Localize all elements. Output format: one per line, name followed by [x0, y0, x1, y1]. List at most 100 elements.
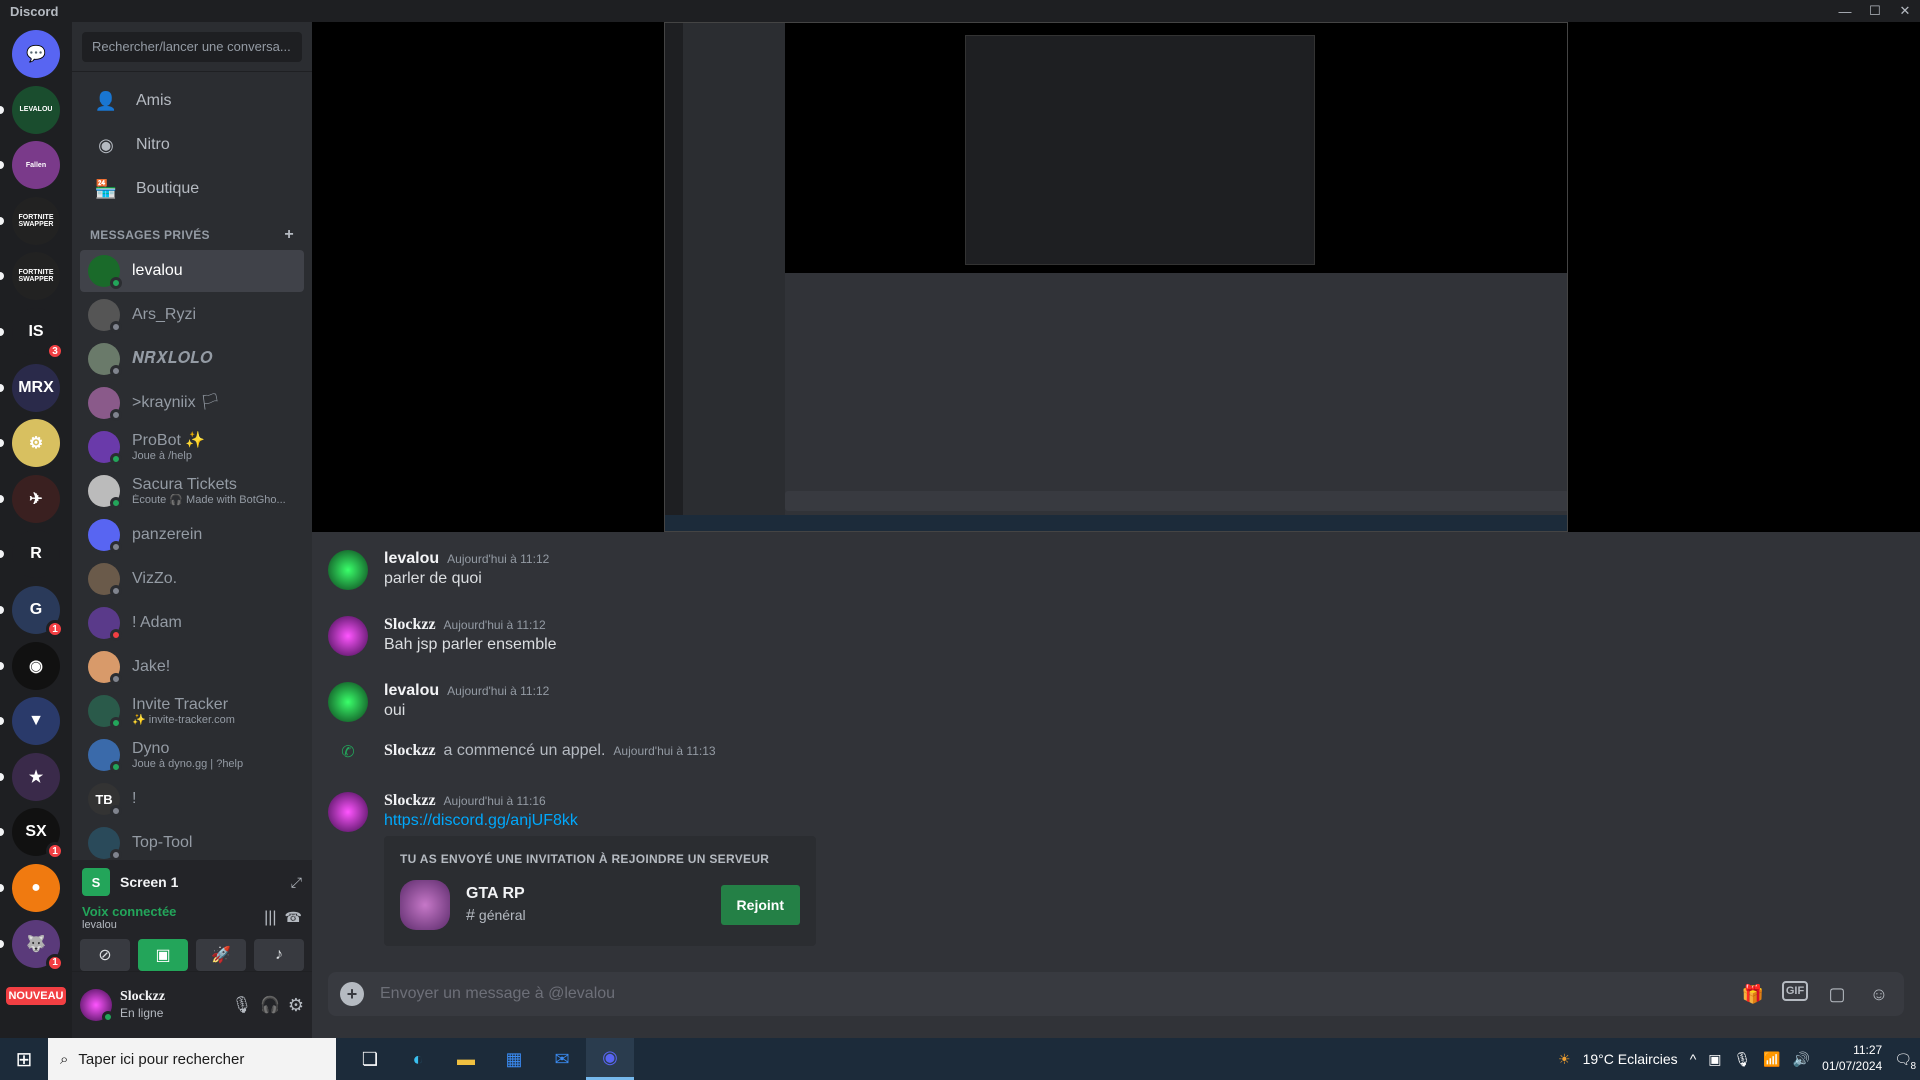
edge-icon[interactable]: ◐	[394, 1038, 442, 1080]
mail-icon[interactable]: ✉	[538, 1038, 586, 1080]
volume-icon[interactable]: 🔊	[1793, 1051, 1810, 1068]
server-icon[interactable]: MRX	[0, 363, 60, 412]
clock[interactable]: 11:27 01/07/2024	[1822, 1043, 1882, 1074]
user-status: En ligne	[120, 1006, 164, 1021]
close-button[interactable]: ✕	[1890, 0, 1920, 22]
screen-share-button[interactable]: ▣	[138, 939, 188, 971]
server-label: LEVALOU	[19, 106, 53, 114]
message-author[interactable]: levalou	[384, 682, 439, 700]
dm-item[interactable]: 𝑵𝑹𝑿𝑳𝑶𝑳𝑶	[80, 338, 304, 380]
server-name[interactable]: GTA RP	[466, 885, 526, 903]
settings-gear-icon[interactable]: ⚙	[288, 995, 304, 1016]
minimize-button[interactable]: —	[1830, 0, 1860, 22]
dm-item[interactable]: Sacura Tickets Écoute 🎧 Made with BotGho.…	[80, 470, 304, 512]
gift-icon[interactable]: 🎁	[1740, 981, 1766, 1007]
message-author[interactable]: Slockzz	[384, 792, 436, 810]
unread-pill	[0, 661, 4, 670]
server-icon[interactable]: 💬	[12, 30, 60, 78]
dm-item[interactable]: Top-Tool	[80, 822, 304, 864]
add-dm-icon[interactable]: +	[284, 226, 294, 244]
server-icon[interactable]: SX 1	[0, 808, 64, 861]
avatar	[88, 475, 122, 509]
call-author[interactable]: Slockzz	[384, 742, 436, 760]
dm-item[interactable]: Invite Tracker ✨ invite-tracker.com	[80, 690, 304, 732]
server-icon[interactable]: ▼	[0, 697, 60, 746]
dm-item[interactable]: Dyno Joue à dyno.gg | ?help	[80, 734, 304, 776]
soundboard-button[interactable]: ♪	[254, 939, 304, 971]
mic-icon[interactable]: 🎙	[232, 995, 252, 1015]
avatar[interactable]	[328, 682, 368, 722]
tray-chevron-icon[interactable]: ^	[1690, 1051, 1697, 1067]
activity-button[interactable]: 🚀	[196, 939, 246, 971]
dm-item[interactable]: ProBot ✨ Joue à /help	[80, 426, 304, 468]
dm-name: >krayniix 🏳	[132, 394, 221, 412]
server-icon[interactable]: ★	[0, 752, 60, 801]
avatar[interactable]	[328, 616, 368, 656]
join-button[interactable]: Rejoint	[720, 885, 800, 925]
server-icon[interactable]: LEVALOU	[0, 85, 60, 134]
noise-suppression-icon[interactable]: |||	[264, 909, 276, 927]
server-icon[interactable]: G1	[0, 586, 64, 638]
search-input[interactable]: Rechercher/lancer une conversa...	[82, 31, 302, 62]
file-explorer-icon[interactable]: ▬	[442, 1038, 490, 1080]
server-icon[interactable]: FORTNITE SWAPPER	[0, 252, 60, 301]
discord-taskbar-icon[interactable]: ◉	[586, 1038, 634, 1080]
server-icon[interactable]: ✈	[0, 474, 60, 523]
task-view-icon[interactable]: ❏	[346, 1038, 394, 1080]
notification-icon[interactable]: 🗨 8	[1894, 1051, 1916, 1072]
avatar[interactable]	[328, 550, 368, 590]
nav-item-amis[interactable]: 👤 Amis	[80, 80, 304, 122]
avatar[interactable]	[328, 792, 368, 832]
dm-item[interactable]: Jake!	[80, 646, 304, 688]
weather-icon[interactable]: ☀	[1558, 1051, 1571, 1068]
store-icon[interactable]: ▦	[490, 1038, 538, 1080]
server-icon[interactable]	[400, 880, 450, 930]
server-icon[interactable]: Fallen	[0, 141, 60, 190]
dm-item[interactable]: panzerein	[80, 514, 304, 556]
camera-off-button[interactable]: ⊘	[80, 939, 130, 971]
weather-text[interactable]: 19°C Eclaircies	[1583, 1051, 1678, 1067]
server-icon[interactable]: ◉	[0, 641, 60, 690]
message-author[interactable]: levalou	[384, 550, 439, 568]
stream-viewer[interactable]	[312, 22, 1920, 532]
new-badge[interactable]: NOUVEAU	[6, 987, 66, 1006]
dm-item[interactable]: levalou	[80, 250, 304, 292]
invite-link[interactable]: https://discord.gg/anjUF8kk	[384, 812, 578, 830]
mic-tray-icon[interactable]: 🎙	[1734, 1051, 1752, 1068]
voice-status[interactable]: Voix connectée	[82, 904, 176, 919]
network-icon[interactable]: 📶	[1763, 1051, 1780, 1068]
emoji-icon[interactable]: ☺	[1866, 981, 1892, 1007]
dm-item[interactable]: TB!	[80, 778, 304, 820]
popout-icon[interactable]: ⤢	[291, 874, 302, 891]
dm-item[interactable]: >krayniix 🏳	[80, 382, 304, 424]
sticker-icon[interactable]: ▢	[1824, 981, 1850, 1007]
gif-icon[interactable]: GIF	[1782, 981, 1808, 1001]
server-icon[interactable]: FORTNITE SWAPPER	[0, 196, 60, 245]
clock-time: 11:27	[1853, 1043, 1883, 1058]
maximize-button[interactable]: ☐	[1860, 0, 1890, 22]
start-button[interactable]: ⊞	[0, 1038, 48, 1080]
status-indicator	[110, 541, 122, 553]
server-icon[interactable]: 🐺 1	[0, 919, 64, 972]
dm-item[interactable]: ! Adam	[80, 602, 304, 644]
server-label: SX	[25, 823, 47, 841]
voice-channel[interactable]: levalou	[82, 919, 176, 931]
disconnect-icon[interactable]: ☎	[285, 909, 302, 926]
message-author[interactable]: Slockzz	[384, 616, 436, 634]
attach-plus-icon[interactable]: +	[340, 982, 364, 1006]
dm-item[interactable]: VizZo.	[80, 558, 304, 600]
dm-item[interactable]: Ars_Ryzi	[80, 294, 304, 336]
user-avatar[interactable]	[80, 989, 114, 1023]
camera-tray-icon[interactable]: ▣	[1708, 1051, 1721, 1068]
nav-item-nitro[interactable]: ◉ Nitro	[80, 124, 304, 166]
server-icon[interactable]: IS 3	[0, 308, 64, 360]
taskbar-search[interactable]: ⌕ Taper ici pour rechercher	[48, 1038, 336, 1080]
nav-item-boutique[interactable]: 🏪 Boutique	[80, 168, 304, 210]
server-icon[interactable]: R	[0, 530, 60, 579]
message-input[interactable]	[380, 985, 1740, 1003]
unread-pill	[0, 161, 4, 170]
server-icon[interactable]: ●	[0, 864, 60, 912]
user-name[interactable]: Slockzz	[120, 989, 165, 1006]
server-icon[interactable]: ⚙	[0, 419, 60, 468]
headphones-icon[interactable]: 🎧	[260, 995, 280, 1015]
